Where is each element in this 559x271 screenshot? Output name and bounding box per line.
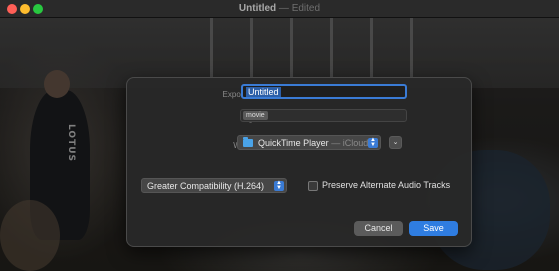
where-value: QuickTime Player — iCloud — [258, 138, 368, 148]
format-value: Greater Compatibility (H.264) — [147, 181, 265, 191]
export-sheet: Export As: Untitled Tags: movie Where: Q… — [126, 77, 472, 247]
where-name: QuickTime Player — [258, 138, 329, 148]
window-title-separator: — — [278, 3, 289, 14]
export-as-value[interactable]: Untitled — [246, 87, 281, 97]
cancel-button[interactable]: Cancel — [354, 221, 403, 236]
title-bar: Untitled — Edited — [0, 0, 559, 18]
up-down-chevron-icon: ▲ ▼ — [368, 137, 378, 148]
window-title: Untitled — Edited — [0, 3, 559, 14]
where-popup[interactable]: QuickTime Player — iCloud ▲ ▼ — [237, 135, 381, 150]
folder-icon — [243, 137, 253, 147]
preserve-audio-checkbox[interactable] — [308, 181, 318, 191]
quicktime-window: LOTUS Untitled — Edited Export As: Untit… — [0, 0, 559, 271]
window-title-name: Untitled — [238, 3, 277, 14]
tags-field[interactable]: movie — [240, 109, 407, 122]
expand-chevron-button[interactable]: ⌄ — [389, 136, 402, 149]
window-title-status: Edited — [291, 3, 321, 14]
where-location: — iCloud — [331, 138, 369, 148]
export-as-field[interactable]: Untitled — [241, 84, 407, 99]
tag-chip[interactable]: movie — [243, 111, 268, 120]
format-popup[interactable]: Greater Compatibility (H.264) ▲ ▼ — [141, 178, 287, 193]
up-down-chevron-icon: ▲ ▼ — [274, 180, 284, 191]
preserve-audio-label[interactable]: Preserve Alternate Audio Tracks — [322, 180, 450, 190]
save-button[interactable]: Save — [409, 221, 458, 236]
